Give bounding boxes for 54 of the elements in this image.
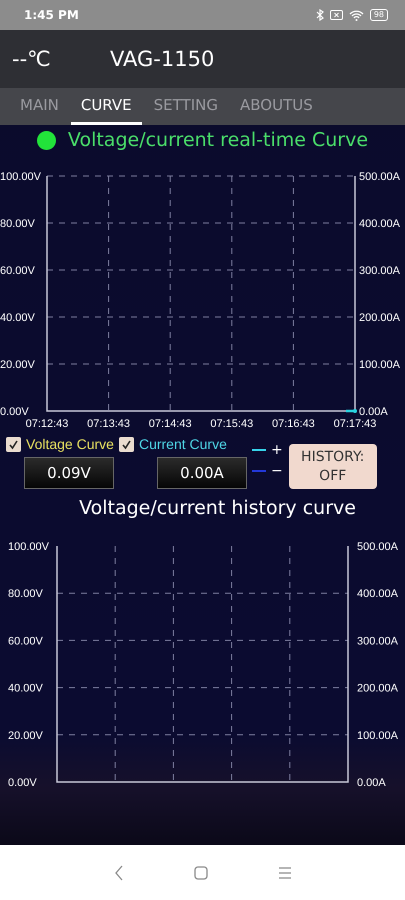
wifi-icon — [348, 10, 364, 20]
tab[interactable]: ABOUTUS — [230, 88, 323, 125]
status-time: 1:45 PM — [24, 8, 79, 22]
axis-label: 300.00A — [359, 265, 400, 277]
axis-label: 20.00V — [8, 730, 43, 742]
reading-display: 0.09V — [24, 457, 114, 489]
checkbox-label: Voltage Curve — [26, 436, 114, 452]
axis-label: 100.00V — [8, 541, 49, 553]
tab[interactable]: MAIN — [10, 88, 69, 125]
axis-label: 40.00V — [8, 682, 43, 695]
axis-label: 07:14:43 — [148, 418, 192, 430]
checkbox[interactable] — [118, 436, 134, 452]
axis-label: 0.00V — [0, 406, 29, 418]
axis-label: 500.00A — [357, 541, 398, 553]
axis-label: 80.00V — [0, 218, 35, 230]
tab[interactable]: SETTING — [144, 88, 228, 125]
temperature-reading: --℃ — [12, 47, 52, 71]
bluetooth-icon — [316, 9, 324, 21]
back-icon[interactable] — [114, 864, 124, 880]
checkbox[interactable] — [6, 436, 21, 452]
battery-indicator: 98 — [370, 9, 388, 21]
axis-label: 0.00A — [359, 406, 388, 418]
axis-label: 100.00A — [357, 730, 398, 742]
axis-label: 80.00V — [8, 588, 43, 600]
axis-label: 300.00A — [357, 635, 398, 648]
section-title: Voltage/current history curve — [78, 497, 357, 521]
axis-label: 0.00A — [357, 777, 386, 789]
axis-label: 500.00A — [359, 171, 400, 183]
reading-display: 0.00A — [157, 457, 247, 489]
axis-label: 07:15:43 — [210, 418, 254, 430]
axis-label: 100.00A — [359, 359, 400, 371]
axis-label: 400.00A — [357, 588, 398, 600]
axis-label: 100.00V — [0, 171, 41, 183]
axis-label: 60.00V — [8, 635, 43, 648]
axis-label: 07:17:43 — [334, 418, 376, 430]
device-name: VAG-1150 — [110, 47, 214, 71]
axis-label: 40.00V — [0, 312, 35, 324]
axis-label: 07:12:43 — [26, 418, 68, 430]
axis-label: 200.00A — [357, 682, 398, 695]
axis-label: 20.00V — [0, 359, 35, 371]
axis-label: 60.00V — [0, 265, 35, 277]
axis-label: 07:13:43 — [87, 418, 130, 430]
checkbox-label: Current Curve — [138, 436, 227, 452]
no-sim-icon — [330, 10, 343, 20]
legend-sign: − — [271, 464, 283, 478]
history-button[interactable]: HISTORY: OFF — [288, 444, 377, 489]
axis-label: 07:16:43 — [272, 418, 315, 430]
axis-label: 0.00V — [8, 777, 37, 789]
legend-sign: + — [271, 443, 283, 457]
home-icon[interactable] — [194, 866, 208, 880]
menu-icon[interactable] — [278, 866, 292, 878]
axis-label: 200.00A — [359, 312, 400, 324]
axis-label: 400.00A — [359, 218, 400, 230]
section-title: Voltage/current real-time Curve — [68, 129, 368, 151]
